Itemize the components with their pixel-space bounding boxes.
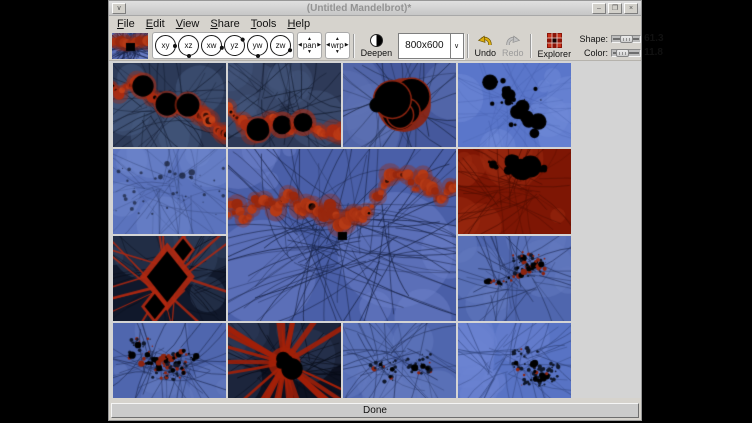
close-icon: ×: [629, 5, 633, 12]
color-slider-handle[interactable]: [616, 49, 629, 57]
rotate-zw-knob[interactable]: zw: [270, 35, 291, 56]
shape-slider-handle[interactable]: [620, 35, 633, 43]
fractal-variant-thumbnail[interactable]: [113, 149, 226, 234]
toolbar: xy xz xw yz yw zw ▲ ◀pan▶ ▼ ▲ ◀wrp▶ ▼ De…: [109, 31, 641, 61]
minimize-icon: –: [597, 5, 601, 12]
fractal-variant-thumbnail[interactable]: [113, 236, 226, 321]
fractal-variant-thumbnail[interactable]: [113, 63, 226, 147]
fractal-current-view[interactable]: [228, 149, 456, 321]
done-bar: Done: [109, 398, 641, 420]
color-slider[interactable]: [611, 49, 641, 57]
done-button[interactable]: Done: [111, 403, 639, 418]
menu-tools[interactable]: Tools: [248, 18, 285, 30]
fractal-image: [113, 236, 226, 321]
toolbar-separator: [530, 34, 532, 58]
fractal-image: [113, 323, 226, 398]
menu-bar: File Edit View Share Tools Help: [109, 16, 641, 31]
minimize-button[interactable]: –: [592, 3, 606, 14]
shape-slider[interactable]: [611, 35, 641, 43]
pan-left-icon: ◀: [298, 43, 302, 48]
fractal-image: [343, 323, 456, 398]
window-menu-button[interactable]: ∨: [112, 3, 126, 14]
menu-share[interactable]: Share: [207, 18, 247, 30]
fractal-image: [228, 63, 341, 147]
fractal-variant-thumbnail[interactable]: [458, 323, 571, 398]
rotate-xw-knob[interactable]: xw: [201, 35, 222, 56]
fractal-variant-thumbnail[interactable]: [113, 323, 226, 398]
redo-button[interactable]: Redo: [499, 32, 527, 60]
maximize-button[interactable]: ❐: [608, 3, 622, 14]
fractal-variant-thumbnail[interactable]: [458, 149, 571, 234]
pan-right-icon: ▶: [317, 43, 321, 48]
size-select[interactable]: 800x600 ∨: [398, 33, 463, 59]
pan-down-icon: ▼: [307, 50, 312, 55]
fractal-image: [343, 63, 456, 147]
pan-button[interactable]: ▲ ◀pan▶ ▼: [297, 32, 322, 59]
warp-left-icon: ◀: [326, 43, 330, 48]
rotate-xy-knob[interactable]: xy: [155, 35, 176, 56]
window-title: (Untitled Mandelbrot)*: [127, 3, 591, 14]
fractal-image: [458, 323, 571, 398]
fractal-variant-thumbnail[interactable]: [343, 323, 456, 398]
fractal-variant-thumbnail[interactable]: [458, 63, 571, 147]
color-value: 11.8: [644, 47, 666, 58]
fractal-image: [113, 149, 226, 234]
menu-help[interactable]: Help: [284, 18, 318, 30]
fractal-image: [458, 236, 571, 321]
deepen-icon: [370, 34, 383, 47]
toolbar-separator: [467, 34, 469, 58]
chevron-down-icon[interactable]: ∨: [450, 34, 463, 58]
explorer-grid-icon: [547, 33, 562, 48]
fractal-variant-thumbnail[interactable]: [228, 63, 341, 147]
warp-right-icon: ▶: [345, 43, 349, 48]
shape-value: 61.3: [644, 33, 666, 44]
menu-view[interactable]: View: [173, 18, 208, 30]
rotate-yw-knob[interactable]: yw: [247, 35, 268, 56]
menu-file[interactable]: File: [114, 18, 143, 30]
fractal-variant-thumbnail[interactable]: [343, 63, 456, 147]
fractal-variant-thumbnail[interactable]: [228, 323, 341, 398]
current-fractal-preview: [112, 33, 148, 59]
fractal-variant-thumbnail[interactable]: [458, 236, 571, 321]
undo-button[interactable]: Undo: [472, 32, 500, 60]
color-label: Color:: [576, 48, 608, 58]
maximize-icon: ❐: [612, 5, 618, 12]
fractal-image: [458, 63, 571, 147]
fractal-image: [113, 63, 226, 147]
menu-edit[interactable]: Edit: [143, 18, 173, 30]
explorer-grid: [109, 61, 641, 398]
fractal-image: [228, 323, 341, 398]
rotate-xz-knob[interactable]: xz: [178, 35, 199, 56]
window-menu-icon: ∨: [116, 5, 121, 12]
fractal-image: [458, 149, 571, 234]
close-button[interactable]: ×: [624, 3, 638, 14]
rotate-yz-knob[interactable]: yz: [224, 35, 245, 56]
titlebar[interactable]: ∨ (Untitled Mandelbrot)* – ❐ ×: [109, 1, 641, 16]
redo-arrow-icon: [505, 34, 521, 47]
rotation-knob-group: xy xz xw yz yw zw: [152, 32, 294, 59]
deepen-button[interactable]: Deepen: [358, 32, 396, 60]
shape-label: Shape:: [576, 34, 608, 44]
toolbar-separator: [353, 34, 355, 58]
app-window: ∨ (Untitled Mandelbrot)* – ❐ × File Edit…: [108, 0, 642, 421]
warp-button[interactable]: ▲ ◀wrp▶ ▼: [325, 32, 350, 59]
warp-down-icon: ▼: [335, 50, 340, 55]
explorer-toggle-button[interactable]: Explorer: [535, 32, 575, 60]
fractal-image: [228, 149, 456, 321]
slider-panel: Shape: 61.3 Color: 11.8: [576, 33, 666, 59]
undo-arrow-icon: [477, 34, 493, 47]
